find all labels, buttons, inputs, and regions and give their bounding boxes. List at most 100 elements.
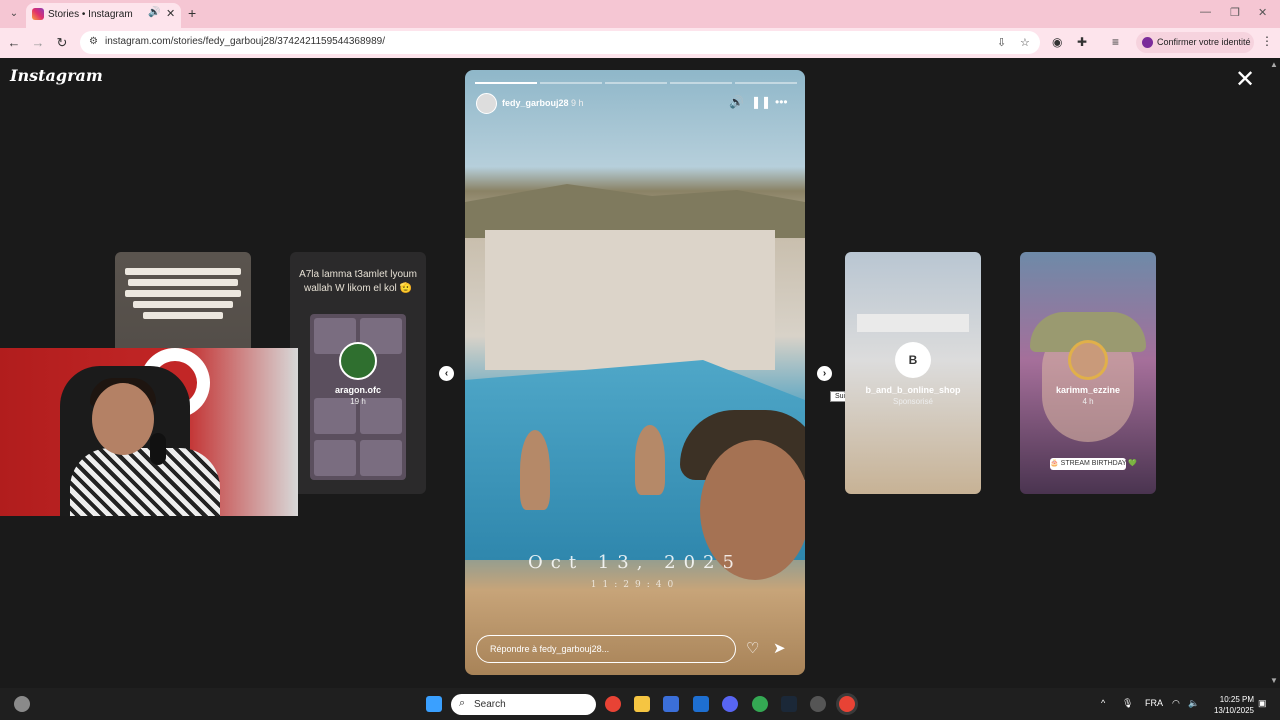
sponsored-label: Sponsorisé bbox=[892, 397, 934, 406]
volume-icon[interactable]: 🔊 bbox=[729, 95, 744, 109]
wifi-icon[interactable]: ◠ bbox=[1172, 698, 1180, 709]
chrome-profile-icon[interactable] bbox=[752, 696, 768, 712]
taskbar-clock[interactable]: 10:25 PM 13/10/2025 bbox=[1208, 694, 1254, 716]
story-preview-time: 19 h bbox=[350, 397, 366, 406]
steam-icon[interactable] bbox=[781, 696, 797, 712]
forward-icon[interactable]: → bbox=[30, 35, 46, 50]
tab-title: Stories • Instagram bbox=[48, 9, 133, 20]
text-line bbox=[125, 290, 241, 297]
file-explorer-icon[interactable] bbox=[634, 696, 650, 712]
person-shirt bbox=[70, 448, 220, 516]
weather-icon[interactable] bbox=[14, 696, 30, 712]
story-time: 9 h bbox=[571, 98, 584, 108]
story-username[interactable]: fedy_garbouj28 bbox=[502, 98, 569, 108]
tab-strip: ⌄ Stories • Instagram 🔊 ✕ + — ❐ ✕ bbox=[0, 0, 1280, 28]
clock-time: 10:25 PM bbox=[1219, 695, 1254, 704]
media-control-icon[interactable]: ≡ bbox=[1112, 35, 1119, 49]
new-tab-icon[interactable]: + bbox=[188, 5, 196, 21]
profile-identity-button[interactable]: Confirmer votre identité bbox=[1136, 32, 1254, 53]
chrome-icon[interactable] bbox=[605, 696, 621, 712]
reply-placeholder: Répondre à fedy_garbouj28... bbox=[490, 644, 610, 654]
pause-icon[interactable]: ❚❚ bbox=[751, 95, 771, 109]
story-preview-username: karimm_ezzine bbox=[1055, 385, 1121, 395]
text-line bbox=[133, 301, 233, 308]
search-icon: ⌕ bbox=[459, 697, 466, 709]
grid-tile bbox=[314, 440, 356, 476]
reload-icon[interactable]: ↻ bbox=[54, 35, 70, 51]
story-progress-segment bbox=[605, 82, 667, 84]
url-text: instagram.com/stories/fedy_garbouj28/374… bbox=[105, 36, 386, 47]
story-user-avatar[interactable] bbox=[476, 93, 497, 114]
tab-instagram-stories[interactable]: Stories • Instagram 🔊 ✕ bbox=[26, 3, 181, 28]
tab-audio-icon[interactable]: 🔊 bbox=[148, 7, 160, 18]
swimmer bbox=[520, 430, 550, 510]
extensions-icon[interactable]: ✚ bbox=[1077, 35, 1087, 49]
profile-identity-label: Confirmer votre identité bbox=[1157, 37, 1251, 47]
person-face bbox=[92, 383, 154, 455]
windows-taskbar: ⌕ Search ^ 🎙 FRA ◠ 🔈 10:25 PM 13/10/2025… bbox=[0, 688, 1280, 720]
date-stamp: Oct 13, 2025 bbox=[528, 552, 742, 573]
browser-menu-icon[interactable]: ⋮ bbox=[1261, 34, 1273, 48]
avatar bbox=[1068, 340, 1108, 380]
next-story-button[interactable]: › bbox=[817, 366, 832, 381]
tray-overflow-icon[interactable]: ^ bbox=[1101, 698, 1105, 708]
minimize-icon[interactable]: — bbox=[1200, 6, 1211, 18]
window-close-icon[interactable]: ✕ bbox=[1258, 6, 1267, 19]
more-options-icon[interactable]: ••• bbox=[775, 95, 788, 109]
story-progress-segment bbox=[670, 82, 732, 84]
scroll-up-icon[interactable]: ▲ bbox=[1270, 60, 1278, 69]
text-line bbox=[128, 279, 238, 286]
instagram-favicon-icon bbox=[32, 8, 44, 20]
background-wall bbox=[485, 230, 775, 370]
stream-birthday-sticker: 🎂 STREAM BIRTHDAY 💚 bbox=[1050, 458, 1137, 470]
story-preview-username: b_and_b_online_shop bbox=[865, 385, 961, 395]
shop-logo: B bbox=[895, 342, 931, 378]
reply-input[interactable]: Répondre à fedy_garbouj28... bbox=[476, 635, 736, 663]
microphone bbox=[150, 433, 166, 465]
outlook-icon[interactable] bbox=[693, 696, 709, 712]
avatar bbox=[339, 342, 377, 380]
browser-toolbar: ← → ↻ ⚙ instagram.com/stories/fedy_garbo… bbox=[0, 28, 1280, 58]
story-progress-segment bbox=[475, 82, 537, 84]
time-stamp: 11:29:40 bbox=[590, 580, 680, 590]
volume-tray-icon[interactable]: 🔈 bbox=[1188, 698, 1199, 709]
notifications-icon[interactable]: ▣ bbox=[1258, 698, 1267, 709]
story-preview-caption: A7la lamma t3amlet lyoum wallah W likom … bbox=[299, 269, 417, 294]
story-content[interactable]: fedy_garbouj28 9 h 🔊 ❚❚ ••• Oct 13, 2025… bbox=[465, 70, 805, 675]
story-preview-card-karimm[interactable]: karimm_ezzine 4 h 🎂 STREAM BIRTHDAY 💚 bbox=[1020, 252, 1156, 494]
chrome-active-icon[interactable] bbox=[839, 696, 855, 712]
story-preview-card-aragon[interactable]: A7la lamma t3amlet lyoum wallah W likom … bbox=[290, 252, 426, 494]
install-app-icon[interactable]: ⇩ bbox=[997, 36, 1006, 49]
close-viewer-icon[interactable]: ✕ bbox=[1235, 68, 1255, 92]
like-heart-icon[interactable]: ♡ bbox=[746, 639, 759, 657]
search-label: Search bbox=[474, 699, 506, 710]
discord-icon[interactable] bbox=[722, 696, 738, 712]
story-preview-card-bandb[interactable]: B b_and_b_online_shop Sponsorisé bbox=[845, 252, 981, 494]
clock-date: 13/10/2025 bbox=[1213, 706, 1254, 715]
send-icon[interactable]: ➤ bbox=[773, 639, 786, 657]
story-viewer: Instagram ✕ ▲ ▼ A7la lamma t3amlet lyoum… bbox=[0, 58, 1280, 688]
restore-icon[interactable]: ❐ bbox=[1230, 6, 1240, 19]
story-progress-segment bbox=[540, 82, 602, 84]
profile-avatar-icon bbox=[1142, 37, 1153, 48]
obs-icon[interactable] bbox=[810, 696, 826, 712]
store-icon[interactable] bbox=[663, 696, 679, 712]
grid-tile bbox=[360, 440, 402, 476]
microphone-icon[interactable]: 🎙 bbox=[1122, 698, 1133, 709]
address-bar[interactable]: ⚙ instagram.com/stories/fedy_garbouj28/3… bbox=[80, 31, 1040, 54]
tab-close-icon[interactable]: ✕ bbox=[166, 7, 175, 20]
scroll-down-icon[interactable]: ▼ bbox=[1270, 676, 1278, 685]
tab-search-icon[interactable]: ⌄ bbox=[6, 6, 22, 22]
story-preview-username: aragon.ofc bbox=[334, 385, 381, 395]
back-icon[interactable]: ← bbox=[6, 35, 22, 50]
taskbar-search[interactable]: ⌕ Search bbox=[451, 694, 596, 715]
previous-story-button[interactable]: ‹ bbox=[439, 366, 454, 381]
instagram-logo[interactable]: Instagram bbox=[10, 66, 103, 85]
start-icon[interactable] bbox=[426, 696, 442, 712]
text-line bbox=[143, 312, 223, 319]
language-indicator[interactable]: FRA bbox=[1145, 698, 1163, 708]
bookmark-star-icon[interactable]: ☆ bbox=[1020, 36, 1030, 49]
site-info-icon[interactable]: ⚙ bbox=[89, 36, 98, 47]
translate-extension-icon[interactable]: ◉ bbox=[1052, 35, 1062, 49]
story-preview-banner bbox=[857, 314, 969, 332]
